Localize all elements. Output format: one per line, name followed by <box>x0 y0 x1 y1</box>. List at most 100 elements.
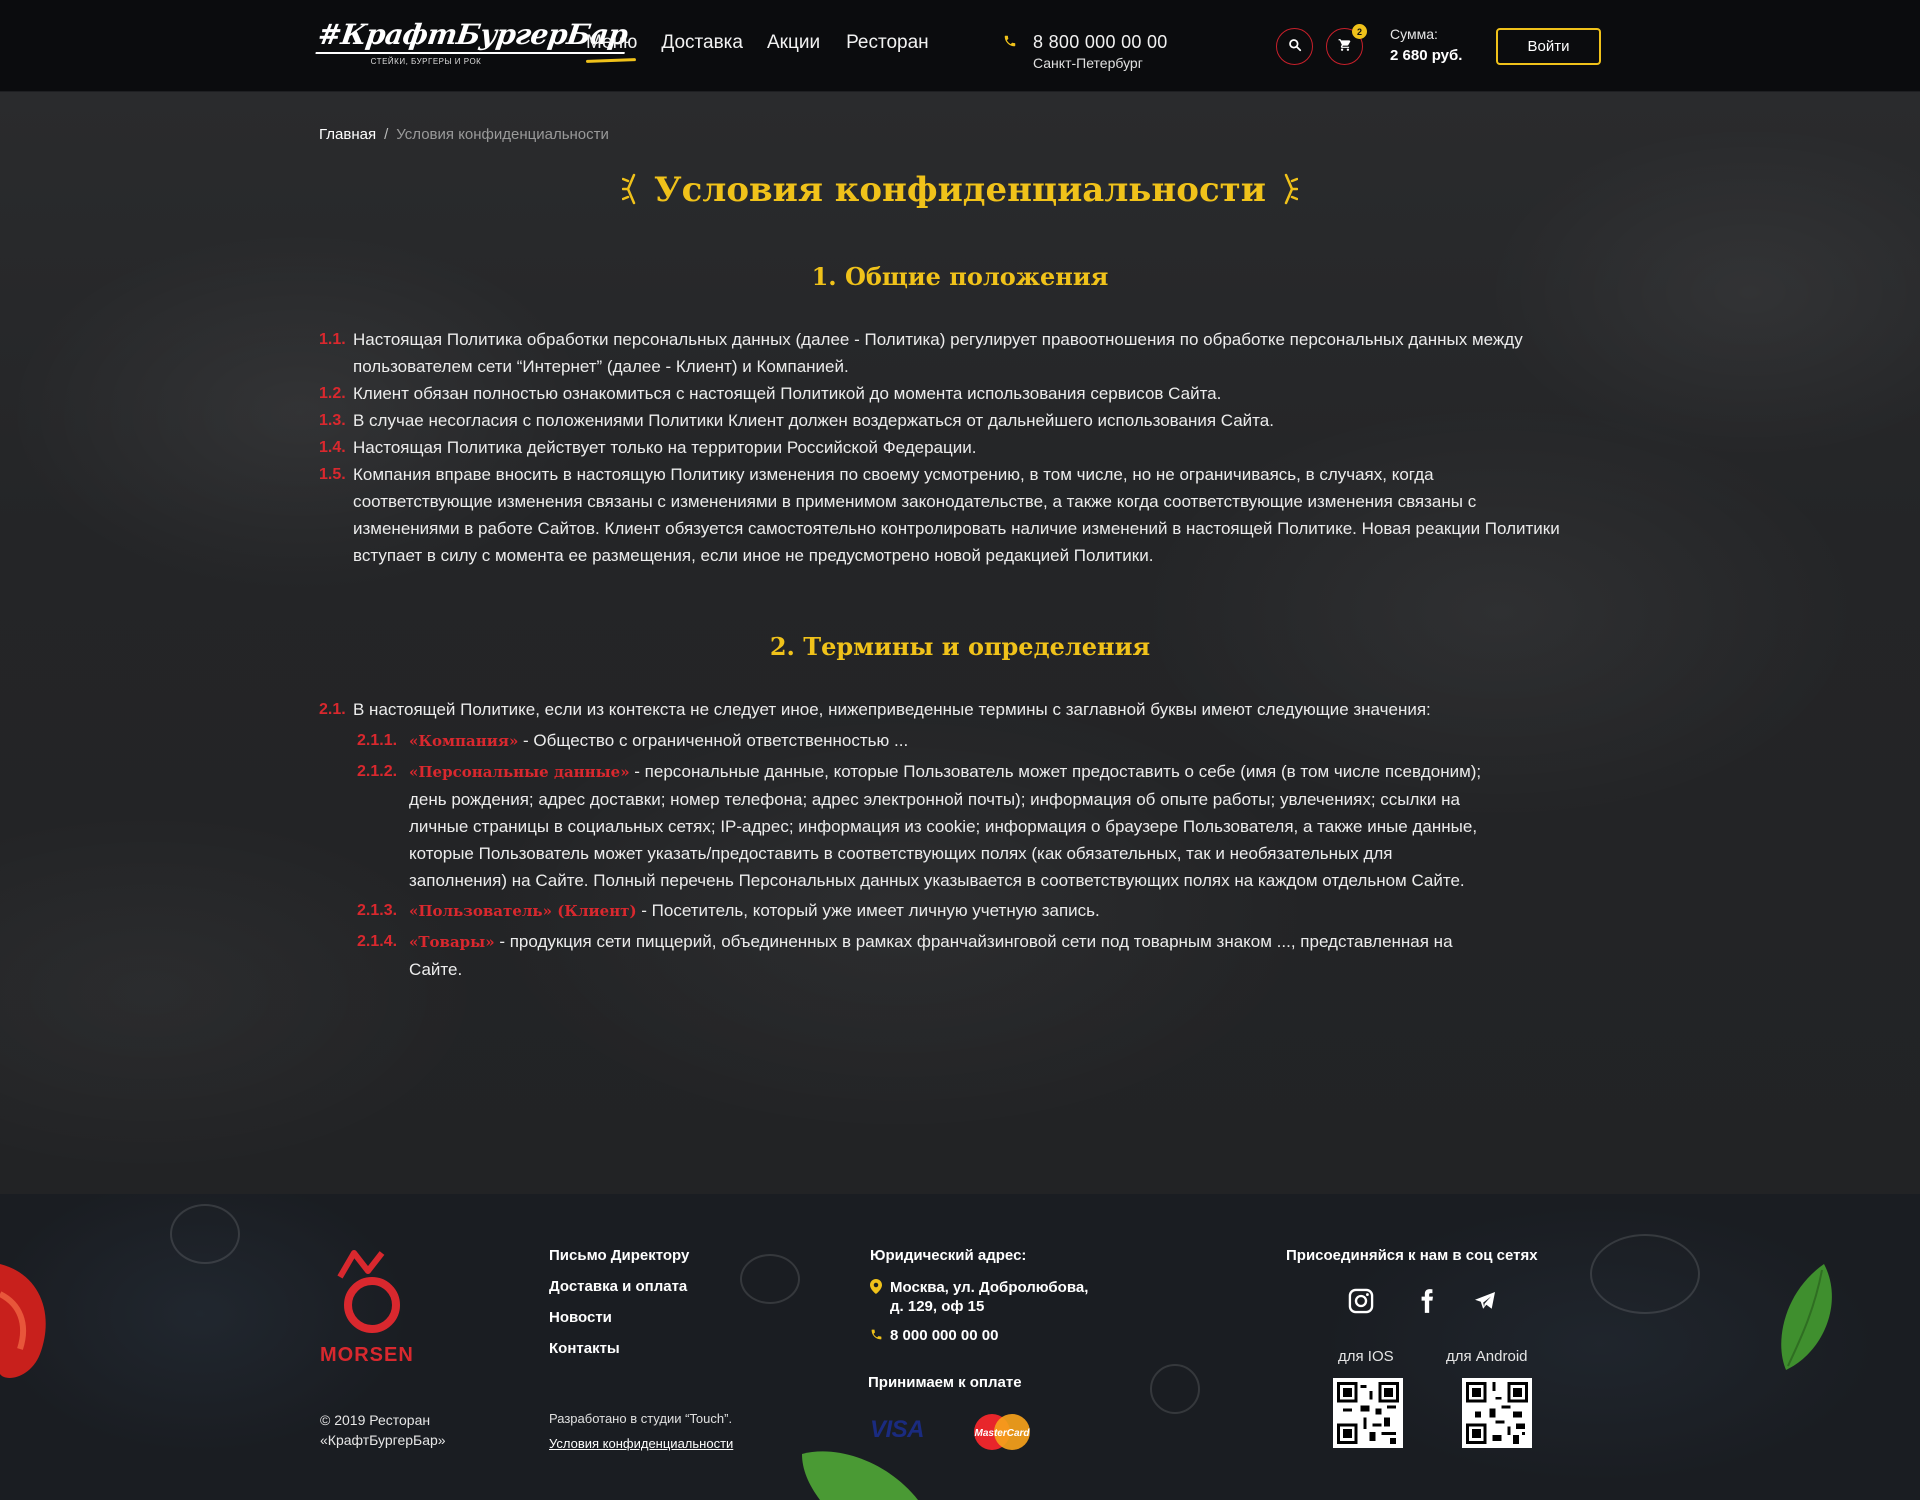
phone-icon <box>1003 34 1017 52</box>
term-name: «Пользователь» (Клиент) <box>409 902 637 920</box>
telegram-icon <box>1473 1289 1497 1318</box>
footer-link-delivery-payment[interactable]: Доставка и оплата <box>549 1278 689 1295</box>
sub-list-item: 2.1.4. «Товары» - продукция сети пиццерий… <box>319 928 1489 983</box>
morsen-logo[interactable]: MORSEN <box>320 1249 432 1374</box>
list-item: 1.1. Настоящая Политика обработки персона… <box>319 326 1609 380</box>
ios-app-label: для IOS <box>1338 1348 1394 1365</box>
morsen-emblem-icon <box>337 1250 400 1333</box>
list-item: 1.5. Компания вправе вносить в настоящую … <box>319 461 1564 569</box>
subitem-number: 2.1.4. <box>357 933 398 950</box>
legal-address-title: Юридический адрес: <box>870 1247 1027 1264</box>
section-terms-list: 2.1. В настоящей Политике, если из контек… <box>319 696 1559 983</box>
location-pin-icon <box>870 1279 882 1299</box>
item-number: 1.5. <box>319 466 346 483</box>
section-general-list: 1.1. Настоящая Политика обработки персона… <box>319 326 1609 569</box>
developer-info: Разработано в студии “Touch”. Условия ко… <box>549 1406 733 1456</box>
term-definition: - Посетитель, который уже имеет личную у… <box>636 901 1100 920</box>
mastercard-logo: MasterCard <box>970 1412 1034 1452</box>
item-number: 1.1. <box>319 331 346 348</box>
leaf-doodle-icon <box>170 1204 240 1264</box>
footer-link-contacts[interactable]: Контакты <box>549 1340 689 1357</box>
main-nav: Меню Доставка Акции Ресторан <box>586 32 953 54</box>
search-button[interactable] <box>1276 28 1313 65</box>
item-number: 1.4. <box>319 439 346 456</box>
item-number: 1.3. <box>319 412 346 429</box>
cart-button[interactable]: 2 <box>1326 24 1367 65</box>
item-text: Клиент обязан полностью ознакомиться с н… <box>353 384 1222 403</box>
header-city[interactable]: Санкт-Петербург <box>1033 55 1168 71</box>
title-left-ornament-icon <box>621 173 640 211</box>
phone-icon <box>870 1327 883 1346</box>
android-app-label: для Android <box>1446 1348 1528 1365</box>
term-name: «Персональные данные» <box>409 763 630 781</box>
list-item: 1.2. Клиент обязан полностью ознакомиться… <box>319 380 1609 407</box>
footer-link-director-letter[interactable]: Письмо Директору <box>549 1247 689 1264</box>
nav-item-menu[interactable]: Меню <box>586 32 637 54</box>
header-contacts: 8 800 000 00 00 Санкт-Петербург <box>1003 32 1168 71</box>
item-text: Настоящая Политика действует только на т… <box>353 438 977 457</box>
term-definition: - персональные данные, которые Пользоват… <box>409 762 1482 890</box>
footer-link-news[interactable]: Новости <box>549 1309 689 1326</box>
section-title-general: 1. Общие положения <box>811 262 1109 291</box>
term-definition: - Общество с ограниченной ответственност… <box>518 731 909 750</box>
basil-leaf-bottom-icon <box>802 1451 918 1500</box>
footer-privacy-link[interactable]: Условия конфиденциальности <box>549 1436 733 1451</box>
broccoli-doodle-icon <box>1150 1364 1200 1414</box>
copyright-line-2: «КрафтБургерБар» <box>320 1432 446 1448</box>
cart-count-badge: 2 <box>1352 24 1367 39</box>
instagram-icon <box>1347 1287 1375 1320</box>
header-phone[interactable]: 8 800 000 00 00 <box>1033 32 1168 53</box>
login-button[interactable]: Войти <box>1496 28 1601 65</box>
site-header: #КрафтБургерБар СТЕЙКИ, БУРГЕРЫ И РОК Ме… <box>0 0 1920 92</box>
term-name: «Компания» <box>409 732 519 750</box>
sub-list-item: 2.1.2. «Персональные данные» - персональн… <box>319 758 1494 894</box>
facebook-icon <box>1414 1288 1440 1319</box>
mushroom-doodle-icon <box>740 1254 800 1304</box>
mastercard-label: MasterCard <box>974 1428 1030 1439</box>
payment-title: Принимаем к оплате <box>868 1374 1022 1391</box>
breadcrumb-separator: / <box>384 126 389 143</box>
logo-wordmark: #КрафтБургерБар <box>315 18 630 54</box>
item-number: 2.1. <box>319 701 346 718</box>
section-title-terms: 2. Термины и определения <box>769 632 1151 661</box>
android-qr-code[interactable] <box>1462 1378 1532 1448</box>
cart-icon <box>1338 38 1352 55</box>
footer-phone[interactable]: 8 000 000 00 00 <box>890 1326 1088 1345</box>
basil-leaf-right-icon <box>1781 1264 1832 1370</box>
term-name: «Товары» <box>409 933 495 951</box>
breadcrumb-home[interactable]: Главная <box>319 126 376 143</box>
developer-credit: Разработано в студии “Touch”. <box>549 1411 733 1426</box>
footer-phone-row: 8 000 000 00 00 <box>870 1326 1088 1345</box>
search-icon <box>1288 38 1302 55</box>
site-footer: MORSEN © 2019 Ресторан «КрафтБургерБар» … <box>0 1194 1920 1500</box>
morsen-wordmark: MORSEN <box>320 1344 414 1366</box>
legal-address: Юридический адрес: Москва, ул. Добролюбо… <box>870 1247 1088 1345</box>
site-logo[interactable]: #КрафтБургерБар СТЕЙКИ, БУРГЕРЫ И РОК <box>315 18 630 74</box>
social-title: Присоединяйся к нам в соц сетях <box>1286 1247 1538 1264</box>
nav-item-delivery[interactable]: Доставка <box>661 32 743 54</box>
page-title: Условия конфиденциальности <box>0 170 1920 211</box>
subitem-number: 2.1.2. <box>357 763 398 780</box>
burger-doodle-icon <box>1590 1234 1700 1314</box>
address-line-1: Москва, ул. Добролюбова, <box>890 1279 1089 1296</box>
copyright-line-1: © 2019 Ресторан <box>320 1412 431 1428</box>
telegram-link[interactable] <box>1468 1286 1502 1320</box>
breadcrumb: Главная / Условия конфиденциальности <box>319 126 609 143</box>
address-line: Москва, ул. Добролюбова, д. 129, оф 15 <box>870 1278 1088 1316</box>
copyright: © 2019 Ресторан «КрафтБургерБар» <box>320 1410 446 1450</box>
subitem-number: 2.1.3. <box>357 902 398 919</box>
nav-item-promos[interactable]: Акции <box>767 32 820 54</box>
item-number: 1.2. <box>319 385 346 402</box>
nav-item-restaurant[interactable]: Ресторан <box>846 32 929 54</box>
list-item: 2.1. В настоящей Политике, если из контек… <box>319 696 1559 723</box>
qr-code-icon <box>1337 1382 1399 1444</box>
cart-sum-label: Сумма: <box>1390 26 1438 42</box>
instagram-link[interactable] <box>1344 1286 1378 1320</box>
item-text: В случае несогласия с положениями Полити… <box>353 411 1274 430</box>
footer-links: Письмо Директору Доставка и оплата Новос… <box>549 1247 689 1371</box>
list-item: 1.3. В случае несогласия с положениями По… <box>319 407 1609 434</box>
ios-qr-code[interactable] <box>1333 1378 1403 1448</box>
sub-list-item: 2.1.3. «Пользователь» (Клиент) - Посетите… <box>319 897 1559 925</box>
facebook-link[interactable] <box>1410 1286 1444 1320</box>
cart-sum: Сумма: 2 680 руб. <box>1390 26 1462 64</box>
